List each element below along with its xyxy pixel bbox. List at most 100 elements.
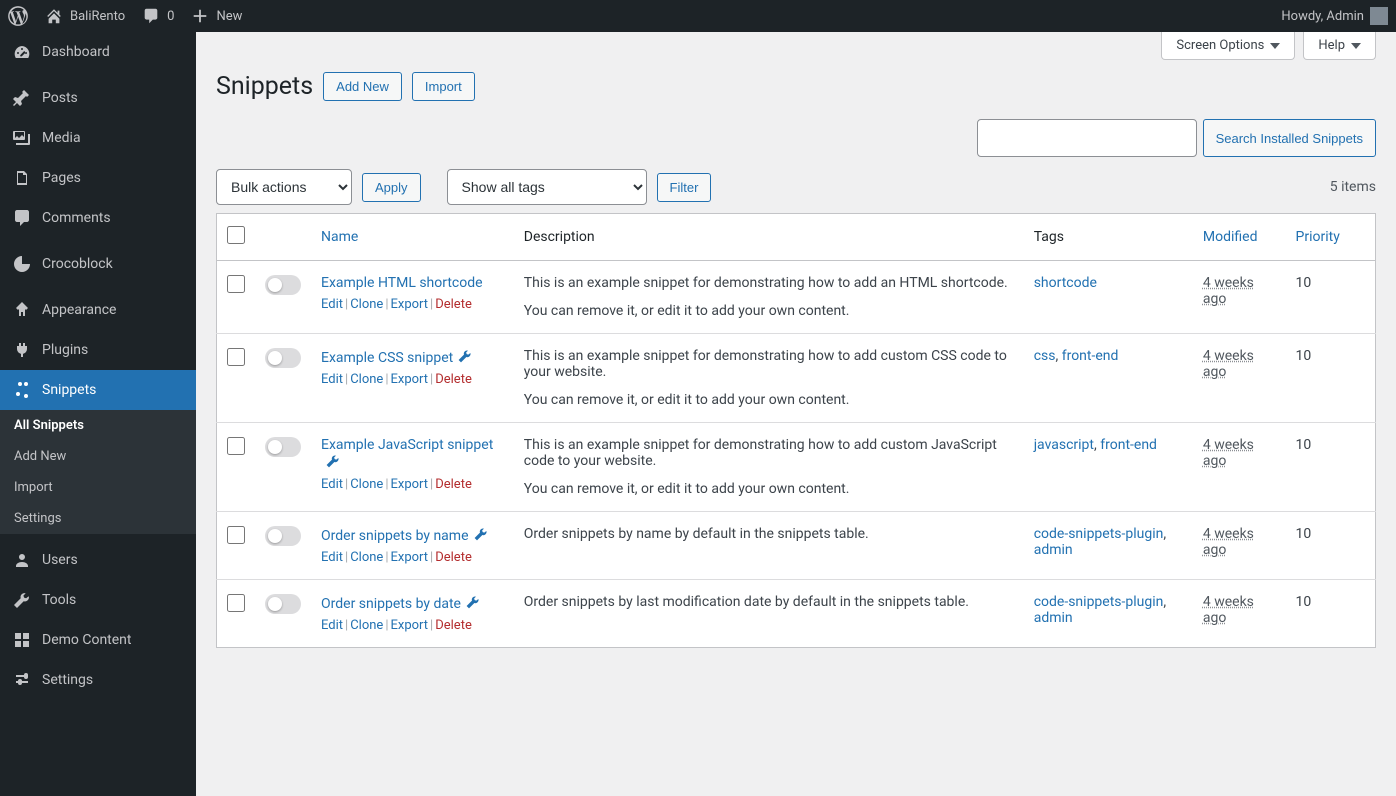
snippet-title-link[interactable]: Order snippets by date [321,596,461,612]
export-link[interactable]: Export [391,550,429,565]
wrench-icon [473,526,489,542]
sidebar-item-posts[interactable]: Posts [0,78,196,118]
sidebar-item-tools[interactable]: Tools [0,580,196,620]
wrench-icon [465,594,481,610]
search-button[interactable]: Search Installed Snippets [1203,119,1376,157]
sidebar-item-label: Dashboard [42,44,110,60]
sidebar-item-users[interactable]: Users [0,540,196,580]
sidebar-item-label: Crocoblock [42,256,113,272]
edit-link[interactable]: Edit [321,550,343,565]
snippet-title-link[interactable]: Example CSS snippet [321,350,453,366]
tag-link[interactable]: code-snippets-plugin [1034,526,1164,542]
clone-link[interactable]: Clone [350,477,383,492]
row-checkbox[interactable] [227,437,245,455]
snippets-table: Name Description Tags Modified Priority … [216,213,1376,648]
sidebar-item-media[interactable]: Media [0,118,196,158]
croco-icon [12,254,32,274]
wp-logo[interactable] [8,6,28,26]
sidebar-item-label: Demo Content [42,632,132,648]
row-checkbox[interactable] [227,594,245,612]
column-tags: Tags [1024,214,1193,261]
tags-filter-select[interactable]: Show all tags [447,169,647,205]
column-modified[interactable]: Modified [1193,214,1286,261]
tag-link[interactable]: shortcode [1034,275,1097,291]
greeting-text: Howdy, Admin [1281,9,1364,24]
tag-link[interactable]: javascript [1034,437,1094,453]
pages-icon [12,168,32,188]
apply-button[interactable]: Apply [362,173,421,202]
priority-value: 10 [1286,512,1376,580]
sidebar-item-crocoblock[interactable]: Crocoblock [0,244,196,284]
row-checkbox[interactable] [227,275,245,293]
add-new-button[interactable]: Add New [323,72,402,101]
export-link[interactable]: Export [391,477,429,492]
edit-link[interactable]: Edit [321,618,343,633]
snippet-title-link[interactable]: Example HTML shortcode [321,275,483,291]
row-actions: Edit|Clone|Export|Delete [321,297,504,312]
activate-toggle[interactable] [265,348,301,368]
select-all-checkbox[interactable] [227,226,245,244]
search-input[interactable] [977,119,1197,157]
tag-link[interactable]: code-snippets-plugin [1034,594,1164,610]
sidebar-item-label: Comments [42,210,111,226]
snippet-title-link[interactable]: Example JavaScript snippet [321,437,493,453]
edit-link[interactable]: Edit [321,372,343,387]
row-checkbox[interactable] [227,348,245,366]
main-content: Screen Options Help Snippets Add New Imp… [196,32,1396,668]
admin-sidebar: Dashboard PostsMediaPages Comments Crocoblo… [0,32,196,796]
priority-value: 10 [1286,261,1376,334]
edit-link[interactable]: Edit [321,297,343,312]
tag-link[interactable]: admin [1034,610,1073,626]
activate-toggle[interactable] [265,275,301,295]
import-button[interactable]: Import [412,72,475,101]
bulk-actions-select[interactable]: Bulk actions [216,169,352,205]
clone-link[interactable]: Clone [350,372,383,387]
account-greeting[interactable]: Howdy, Admin [1281,7,1388,25]
delete-link[interactable]: Delete [435,477,472,492]
delete-link[interactable]: Delete [435,618,472,633]
tag-link[interactable]: admin [1034,542,1073,558]
sidebar-item-settings[interactable]: Settings [0,660,196,700]
sidebar-item-pages[interactable]: Pages [0,158,196,198]
delete-link[interactable]: Delete [435,550,472,565]
sidebar-item-dashboard[interactable]: Dashboard [0,32,196,72]
tag-link[interactable]: css [1034,348,1056,364]
site-name-label: BaliRento [70,9,125,24]
submenu-item-import[interactable]: Import [0,472,196,503]
clone-link[interactable]: Clone [350,618,383,633]
filter-button[interactable]: Filter [657,173,712,202]
modified-date: 4 weeks ago [1203,437,1254,469]
delete-link[interactable]: Delete [435,297,472,312]
clone-link[interactable]: Clone [350,550,383,565]
activate-toggle[interactable] [265,594,301,614]
submenu-item-settings[interactable]: Settings [0,503,196,534]
new-content[interactable]: New [190,6,242,26]
edit-link[interactable]: Edit [321,477,343,492]
snippet-title-link[interactable]: Order snippets by name [321,528,469,544]
screen-options-tab[interactable]: Screen Options [1161,32,1295,60]
activate-toggle[interactable] [265,437,301,457]
clone-link[interactable]: Clone [350,297,383,312]
export-link[interactable]: Export [391,618,429,633]
delete-link[interactable]: Delete [435,372,472,387]
submenu-item-add-new[interactable]: Add New [0,441,196,472]
row-checkbox[interactable] [227,526,245,544]
tag-link[interactable]: front-end [1062,348,1119,364]
comments-indicator[interactable]: 0 [141,6,174,26]
column-name[interactable]: Name [311,214,514,261]
comment-count: 0 [167,9,174,24]
sidebar-item-plugins[interactable]: Plugins [0,330,196,370]
help-tab[interactable]: Help [1303,32,1376,60]
tag-link[interactable]: front-end [1100,437,1157,453]
export-link[interactable]: Export [391,372,429,387]
submenu-item-all-snippets[interactable]: All Snippets [0,410,196,441]
column-priority[interactable]: Priority [1286,214,1376,261]
sidebar-item-comments[interactable]: Comments [0,198,196,238]
modified-date: 4 weeks ago [1203,275,1254,307]
sidebar-item-appearance[interactable]: Appearance [0,290,196,330]
activate-toggle[interactable] [265,526,301,546]
sidebar-item-demo-content[interactable]: Demo Content [0,620,196,660]
sidebar-item-snippets[interactable]: Snippets [0,370,196,410]
export-link[interactable]: Export [391,297,429,312]
site-name[interactable]: BaliRento [44,6,125,26]
